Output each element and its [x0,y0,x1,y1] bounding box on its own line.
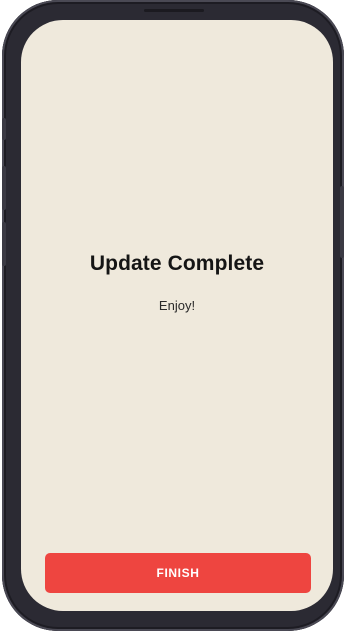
speaker-slot [144,9,204,12]
page-subtitle: Enjoy! [158,298,196,313]
message-block: Update Complete Enjoy! [21,252,333,313]
volume-up-button [2,166,6,210]
page-title: Update Complete [89,252,265,275]
silent-switch [2,118,6,140]
finish-button[interactable]: FINISH [45,553,311,593]
app-screen: Update Complete Enjoy! FINISH [21,20,333,611]
volume-down-button [2,222,6,266]
phone-frame: Update Complete Enjoy! FINISH [2,0,344,631]
power-button [340,186,344,258]
